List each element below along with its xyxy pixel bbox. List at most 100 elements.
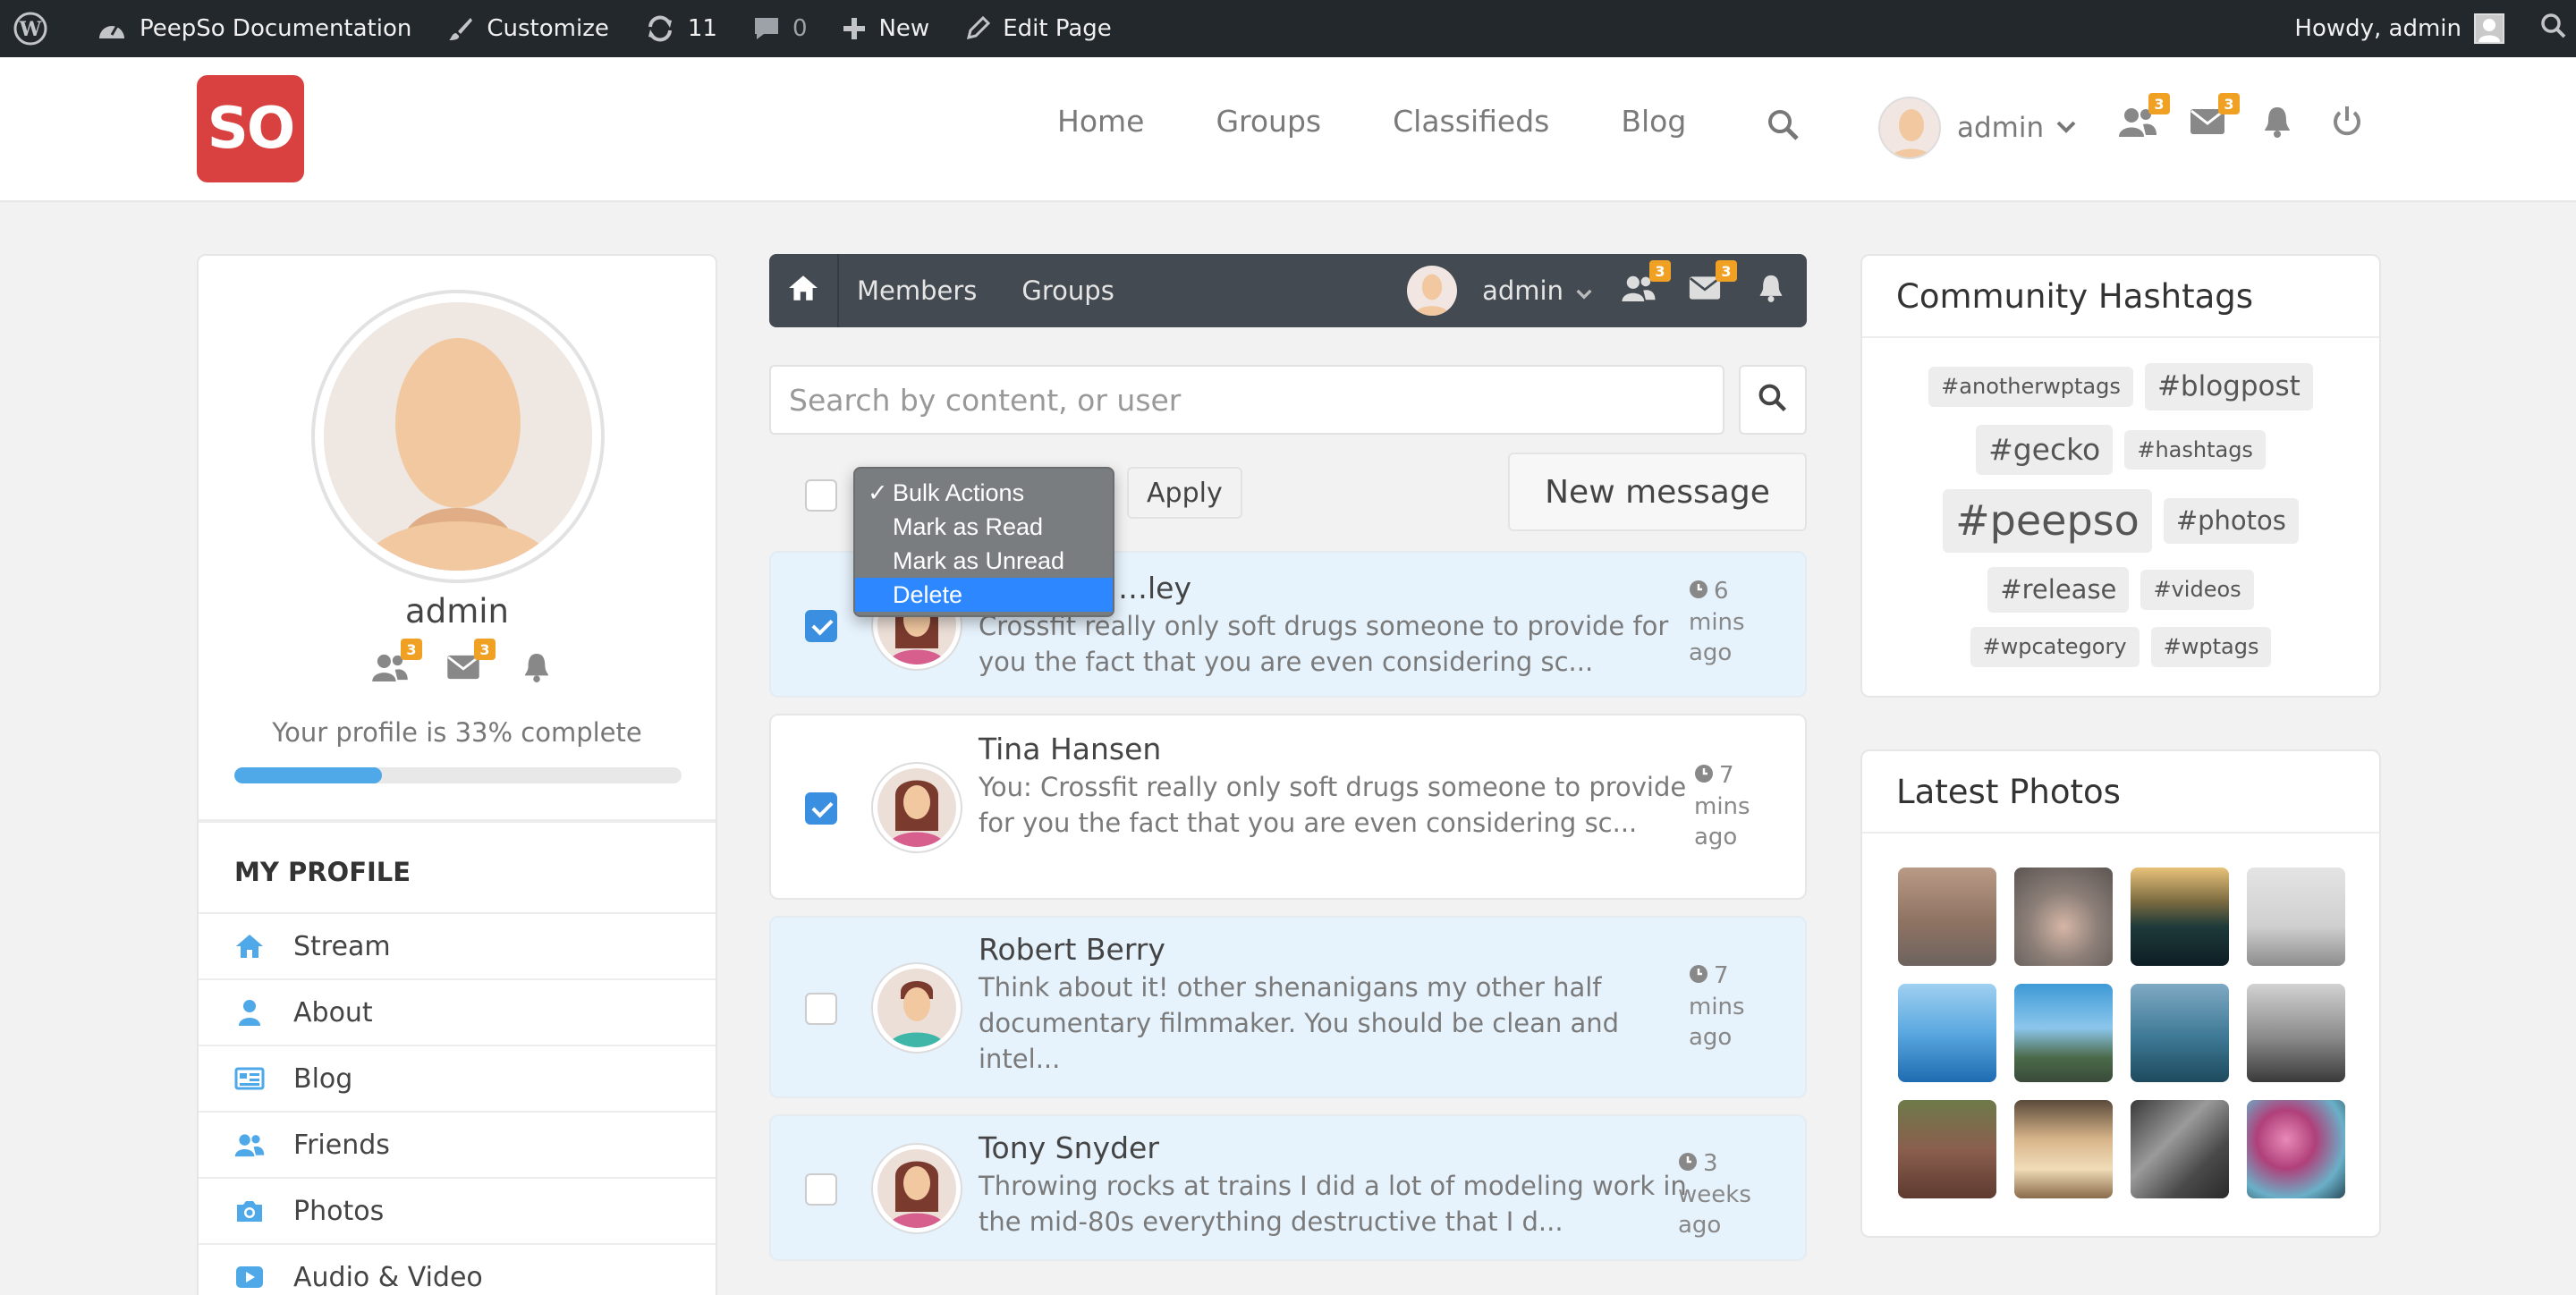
hashtag-link[interactable]: #wptags xyxy=(2150,626,2272,667)
messages-search-input[interactable]: Search by content, or user xyxy=(769,365,1724,435)
bulk-option-mark-read[interactable]: Mark as Read xyxy=(855,510,1113,544)
wordpress-logo-button[interactable]: W xyxy=(0,0,79,57)
updates-link[interactable]: 11 xyxy=(627,0,735,57)
toolbar-members-link[interactable]: Members xyxy=(857,275,977,306)
bulk-option-label: Bulk Actions xyxy=(893,478,1025,506)
hashtag-link[interactable]: #photos xyxy=(2163,497,2299,544)
logout-button[interactable] xyxy=(2327,104,2367,143)
toolbar-notifications-button[interactable] xyxy=(1751,271,1791,310)
avatar xyxy=(871,1143,962,1234)
hashtag-link[interactable]: #videos xyxy=(2140,569,2254,610)
profile-menu-blog[interactable]: Blog xyxy=(199,1045,716,1111)
nav-groups[interactable]: Groups xyxy=(1216,104,1321,139)
customize-link[interactable]: Customize xyxy=(429,0,626,57)
new-content-link[interactable]: New xyxy=(825,0,947,57)
message-item[interactable]: Robert Berry Think about it! other shena… xyxy=(769,916,1807,1098)
admin-search-button[interactable] xyxy=(2522,0,2576,57)
bulk-option-bulk-actions[interactable]: ✓ Bulk Actions xyxy=(855,476,1113,510)
hashtag-link[interactable]: #blogpost xyxy=(2144,363,2313,411)
messages-notification-button[interactable]: 3 xyxy=(2188,93,2240,143)
toolbar-messages-button[interactable]: 3 xyxy=(1685,260,1737,310)
bulk-option-delete[interactable]: Delete xyxy=(855,578,1113,612)
message-checkbox[interactable] xyxy=(805,610,837,642)
select-all-checkbox[interactable] xyxy=(805,479,837,512)
site-name-link[interactable]: PeepSo Documentation xyxy=(79,0,429,57)
friends-notification-button[interactable]: 3 xyxy=(2118,93,2170,143)
site-logo[interactable]: SO xyxy=(197,75,304,182)
clock-icon xyxy=(1689,961,1708,992)
message-preview: Think about it! other shenanigans my oth… xyxy=(979,972,1620,1074)
photo-thumbnail[interactable] xyxy=(1898,1100,1996,1198)
photo-thumbnail[interactable] xyxy=(1898,868,1996,966)
bell-icon xyxy=(522,651,551,687)
apply-button[interactable]: Apply xyxy=(1127,467,1242,519)
message-checkbox[interactable] xyxy=(805,792,837,825)
photo-grid xyxy=(1862,834,2379,1232)
message-checkbox[interactable] xyxy=(805,993,837,1025)
profile-menu-stream[interactable]: Stream xyxy=(199,912,716,978)
message-sender-name: Tony Snyder xyxy=(979,1130,1159,1165)
photo-thumbnail[interactable] xyxy=(2247,984,2345,1082)
message-checkbox[interactable] xyxy=(805,1173,837,1206)
user-icon xyxy=(234,999,265,1026)
profile-menu-photos[interactable]: Photos xyxy=(199,1177,716,1243)
nav-classifieds[interactable]: Classifieds xyxy=(1393,104,1549,139)
hashtag-link[interactable]: #release xyxy=(1987,566,2130,613)
dashboard-gauge-icon xyxy=(97,15,127,42)
comments-link[interactable]: 0 xyxy=(735,0,826,57)
profile-avatar[interactable] xyxy=(311,290,605,583)
nav-home[interactable]: Home xyxy=(1057,104,1144,139)
hashtag-link[interactable]: #wpcategory xyxy=(1970,626,2140,667)
toolbar-friends-button[interactable]: 3 xyxy=(1619,260,1671,310)
profile-friends-button[interactable]: 3 xyxy=(370,639,422,689)
photo-thumbnail[interactable] xyxy=(2014,868,2113,966)
message-time: 7 mins ago xyxy=(1689,961,1796,1053)
search-icon xyxy=(1758,383,1788,417)
nav-blog[interactable]: Blog xyxy=(1621,104,1686,139)
refresh-icon xyxy=(645,13,675,44)
bulk-option-mark-unread[interactable]: Mark as Unread xyxy=(855,544,1113,578)
howdy-label: Howdy, admin xyxy=(2294,15,2462,42)
photo-thumbnail[interactable] xyxy=(2247,868,2345,966)
profile-messages-button[interactable]: 3 xyxy=(444,639,496,689)
profile-menu-friends[interactable]: Friends xyxy=(199,1111,716,1177)
toolbar-user-menu[interactable]: admin xyxy=(1407,266,1592,316)
photo-thumbnail[interactable] xyxy=(2014,1100,2113,1198)
avatar xyxy=(1407,266,1458,316)
header-user-menu[interactable]: admin xyxy=(1878,97,2076,159)
hashtag-link[interactable]: #gecko xyxy=(1976,425,2114,475)
notifications-button[interactable] xyxy=(2258,104,2297,143)
messages-search-button[interactable] xyxy=(1739,365,1807,435)
message-time: 3 weeks ago xyxy=(1678,1148,1785,1240)
profile-friends-badge: 3 xyxy=(401,639,422,660)
camera-icon xyxy=(234,1198,265,1223)
photo-thumbnail[interactable] xyxy=(2131,984,2229,1082)
profile-menu-about[interactable]: About xyxy=(199,978,716,1045)
customize-label: Customize xyxy=(487,15,609,42)
bulk-actions-dropdown[interactable]: ✓ Bulk Actions Mark as Read Mark as Unrea… xyxy=(853,467,1114,617)
my-account-menu[interactable]: Howdy, admin xyxy=(2276,0,2522,57)
profile-menu-audio-video[interactable]: Audio & Video xyxy=(199,1243,716,1295)
profile-menu: Stream About Blog Friends Photos Audio &… xyxy=(199,912,716,1295)
hashtag-link[interactable]: #anotherwptags xyxy=(1928,367,2133,407)
hashtag-link[interactable]: #peepso xyxy=(1943,488,2152,553)
header-search-button[interactable] xyxy=(1767,108,1801,146)
new-message-button[interactable]: New message xyxy=(1508,453,1807,531)
users-icon xyxy=(234,1132,265,1157)
chevron-down-icon xyxy=(1576,275,1592,306)
message-item[interactable]: Tina Hansen You: Crossfit really only so… xyxy=(769,714,1807,900)
photo-thumbnail[interactable] xyxy=(1898,984,1996,1082)
toolbar-home-button[interactable] xyxy=(769,254,839,327)
photo-thumbnail[interactable] xyxy=(2131,1100,2229,1198)
photo-thumbnail[interactable] xyxy=(2014,984,2113,1082)
profile-notifications-button[interactable] xyxy=(517,649,556,689)
photo-thumbnail[interactable] xyxy=(2247,1100,2345,1198)
message-item[interactable]: Tony Snyder Throwing rocks at trains I d… xyxy=(769,1114,1807,1261)
photo-thumbnail[interactable] xyxy=(2131,868,2229,966)
message-time-unit: mins xyxy=(1694,792,1750,820)
edit-page-link[interactable]: Edit Page xyxy=(947,0,1130,57)
toolbar-user-name: admin xyxy=(1482,275,1563,306)
wp-admin-bar: W PeepSo Documentation Customize 11 0 Ne… xyxy=(0,0,2576,57)
hashtag-link[interactable]: #hashtags xyxy=(2124,429,2266,470)
toolbar-groups-link[interactable]: Groups xyxy=(1021,275,1114,306)
